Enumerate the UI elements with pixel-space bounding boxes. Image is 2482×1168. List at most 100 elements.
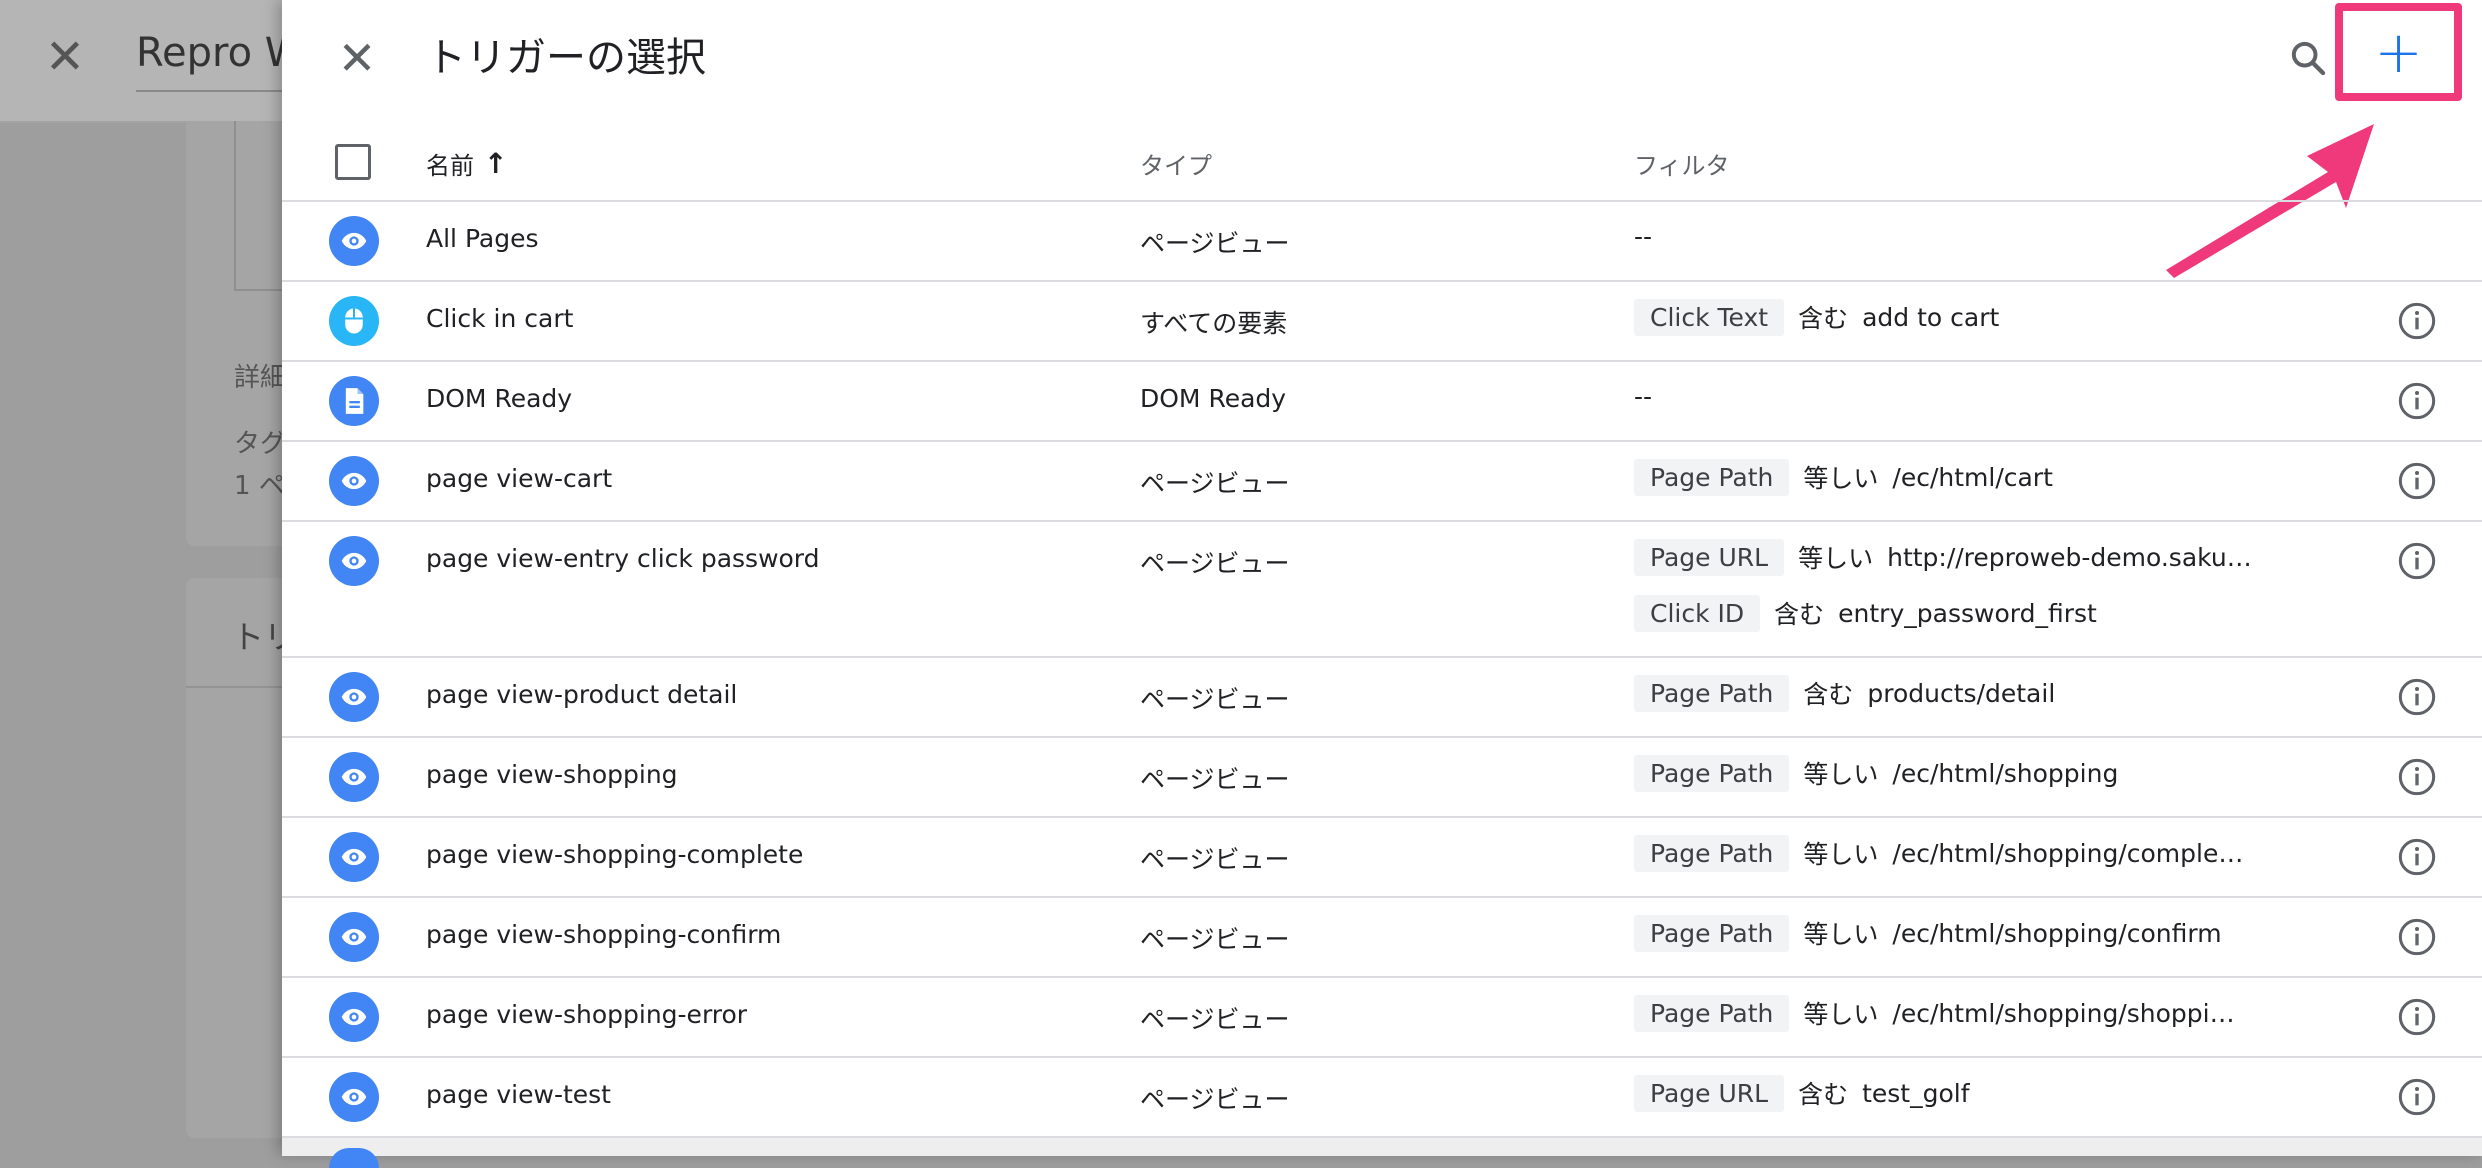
eye-icon xyxy=(329,992,379,1042)
table-header: 名前 ↑ タイプ フィルタ xyxy=(282,126,2482,202)
trigger-filter: Page Path 等しい/ec/html/cart xyxy=(1634,456,2254,498)
filter-operator: 含む xyxy=(1774,600,1825,629)
filter-variable-chip: Page Path xyxy=(1634,994,1790,1032)
trigger-name: page view-test xyxy=(426,1080,611,1109)
select-all-checkbox[interactable] xyxy=(335,144,371,180)
eye-icon xyxy=(329,536,379,586)
filter-operator: 等しい xyxy=(1803,464,1879,493)
document-icon xyxy=(329,376,379,426)
info-icon[interactable] xyxy=(2397,757,2437,797)
filter-condition: Page URL 含む test_golf xyxy=(1634,1072,2254,1114)
trigger-row[interactable]: page view-entry click password ページビュー Page… xyxy=(282,522,2482,658)
trigger-filter: Page URL 含む test_golf xyxy=(1634,1072,2254,1114)
trigger-filter: Page Path 等しい/ec/html/shopping/comple… xyxy=(1634,832,2254,874)
background-close-icon: ✕ xyxy=(44,29,86,85)
trigger-filter: Page Path 等しい/ec/html/shopping xyxy=(1634,752,2254,794)
trigger-filter: -- xyxy=(1634,216,2254,258)
trigger-type: ページビュー xyxy=(1140,1085,1290,1114)
column-header-filter: フィルタ xyxy=(1634,152,1730,180)
filter-variable-chip: Page Path xyxy=(1634,458,1790,496)
background-text: 詳細 xyxy=(234,363,287,393)
trigger-filter: Page Path 含む products/detail xyxy=(1634,672,2254,714)
trigger-name: Click in cart xyxy=(426,304,574,333)
filter-value: /ec/html/shopping xyxy=(1892,758,2119,788)
trigger-row[interactable]: page view-shopping-confirm ページビュー Page Pat… xyxy=(282,898,2482,978)
filter-operator: 等しい xyxy=(1803,760,1879,789)
trigger-name: page view-cart xyxy=(426,464,613,493)
eye-icon xyxy=(329,912,379,962)
filter-variable-chip: Page Path xyxy=(1634,834,1790,872)
eye-icon xyxy=(329,752,379,802)
trigger-row[interactable]: page view-cart ページビュー Page Path 等しい/ec/html… xyxy=(282,442,2482,522)
trigger-type: ページビュー xyxy=(1140,765,1290,794)
trigger-type: ページビュー xyxy=(1140,1005,1290,1034)
trigger-row[interactable]: page view-test ページビュー Page URL 含む test_golf xyxy=(282,1058,2482,1138)
info-icon[interactable] xyxy=(2397,541,2437,581)
eye-icon xyxy=(329,1072,379,1122)
filter-condition: Click Text 含む add to cart xyxy=(1634,296,2254,338)
filter-value: /ec/html/shopping/shoppi… xyxy=(1892,998,2235,1028)
filter-condition: Page URL 等しい http://reproweb-demo.sakur… xyxy=(1634,536,2254,578)
trigger-row[interactable]: page view-shopping-complete ページビュー Page Pa… xyxy=(282,818,2482,898)
info-icon[interactable] xyxy=(2397,677,2437,717)
background-text: 1 ペ xyxy=(234,471,285,501)
filter-value: /ec/html/shopping/confirm xyxy=(1892,918,2222,948)
filter-variable-chip: Click ID xyxy=(1634,594,1761,632)
info-icon[interactable] xyxy=(2397,461,2437,501)
trigger-type: ページビュー xyxy=(1140,229,1290,258)
trigger-row[interactable]: page view-shopping ページビュー Page Path 等しい/ec/… xyxy=(282,738,2482,818)
filter-operator: 等しい xyxy=(1798,544,1874,573)
trigger-filter: -- xyxy=(1634,376,2254,418)
trigger-row[interactable]: Click in cart すべての要素 Click Text 含む add to ca… xyxy=(282,282,2482,362)
filter-operator: 含む xyxy=(1798,304,1849,333)
info-icon[interactable] xyxy=(2397,381,2437,421)
mouse-icon xyxy=(329,296,379,346)
filter-variable-chip: Page Path xyxy=(1634,674,1790,712)
trigger-filter: Page Path 等しい/ec/html/shopping/shoppi… xyxy=(1634,992,2254,1034)
eye-icon xyxy=(329,456,379,506)
filter-value: /ec/html/shopping/comple… xyxy=(1892,838,2244,868)
plus-icon: + xyxy=(2374,18,2423,86)
filter-operator: 含む xyxy=(1798,1080,1849,1109)
filter-empty: -- xyxy=(1634,222,1653,251)
trigger-type: DOM Ready xyxy=(1140,384,1287,413)
trigger-row[interactable]: DOM Ready DOM Ready -- xyxy=(282,362,2482,442)
search-icon[interactable] xyxy=(2280,30,2336,86)
filter-variable-chip: Page URL xyxy=(1634,538,1785,576)
trigger-name: DOM Ready xyxy=(426,384,573,413)
filter-value: add to cart xyxy=(1862,302,2000,332)
filter-variable-chip: Page URL xyxy=(1634,1074,1785,1112)
trigger-select-panel: ✕ トリガーの選択 + 名前 ↑ タイプ フィルタ All Pages ページビュ… xyxy=(282,0,2482,1168)
filter-condition: Page Path 等しい/ec/html/shopping/comple… xyxy=(1634,832,2254,874)
trigger-row[interactable]: page view-product detail ページビュー Page Path 含… xyxy=(282,658,2482,738)
info-icon[interactable] xyxy=(2397,997,2437,1037)
eye-icon xyxy=(329,672,379,722)
trigger-row[interactable]: page view-shopping-error ページビュー Page Path 等… xyxy=(282,978,2482,1058)
background-title: Repro W xyxy=(136,30,305,92)
trigger-filter: Page Path 等しい/ec/html/shopping/confirm xyxy=(1634,912,2254,954)
sort-arrow-icon: ↑ xyxy=(484,147,508,180)
filter-condition: Page Path 含む products/detail xyxy=(1634,672,2254,714)
filter-value: entry_password_first xyxy=(1838,598,2097,628)
filter-value: http://reproweb-demo.sakur… xyxy=(1887,542,2254,572)
info-icon[interactable] xyxy=(2397,837,2437,877)
trigger-name: page view-shopping xyxy=(426,760,678,789)
filter-condition: Page Path 等しい/ec/html/shopping/confirm xyxy=(1634,912,2254,954)
column-header-name[interactable]: 名前 ↑ xyxy=(426,146,507,181)
trigger-type: すべての要素 xyxy=(1140,309,1288,338)
trigger-list: All Pages ページビュー -- Click in cart すべての要素 Clic… xyxy=(282,202,2482,1138)
filter-variable-chip: Click Text xyxy=(1634,298,1785,336)
trigger-type: ページビュー xyxy=(1140,469,1290,498)
info-icon[interactable] xyxy=(2397,1077,2437,1117)
add-trigger-button[interactable]: + xyxy=(2335,3,2462,101)
trigger-row[interactable]: All Pages ページビュー -- xyxy=(282,202,2482,282)
info-icon[interactable] xyxy=(2397,917,2437,957)
filter-value: products/detail xyxy=(1867,678,2056,708)
eye-icon xyxy=(329,216,379,266)
info-icon[interactable] xyxy=(2397,301,2437,341)
filter-operator: 等しい xyxy=(1803,920,1879,949)
close-icon[interactable]: ✕ xyxy=(332,33,382,83)
filter-condition: Page Path 等しい/ec/html/shopping/shoppi… xyxy=(1634,992,2254,1034)
trigger-type: ページビュー xyxy=(1140,845,1290,874)
trigger-name: page view-shopping-error xyxy=(426,1000,748,1029)
